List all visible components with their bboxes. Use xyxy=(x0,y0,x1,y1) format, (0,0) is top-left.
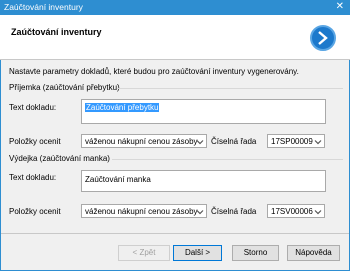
vydejka-text-value: Zaúčtování manka xyxy=(85,175,151,184)
chevron-down-icon xyxy=(314,210,322,215)
vydejka-series-select[interactable]: 17SV00006 xyxy=(267,204,325,218)
vydejka-items-label: Položky ocenit xyxy=(9,207,61,216)
cancel-button[interactable]: Storno xyxy=(232,245,279,261)
intro-text: Nastavte parametry dokladů, které budou … xyxy=(9,67,299,76)
page-title: Zaúčtování inventury xyxy=(11,27,102,37)
next-button[interactable]: Další > xyxy=(173,245,222,261)
prijemka-text-label: Text dokladu: xyxy=(9,103,57,112)
prijemka-series-label: Číselná řada xyxy=(211,137,257,146)
prijemka-items-label: Položky ocenit xyxy=(9,137,61,146)
close-icon[interactable]: ✕ xyxy=(336,1,344,13)
wizard-header: Zaúčtování inventury xyxy=(0,15,350,60)
vydejka-text-field[interactable]: Zaúčtování manka xyxy=(81,170,326,192)
back-button[interactable]: < Zpět xyxy=(118,245,170,261)
vydejka-text-label: Text dokladu: xyxy=(9,173,57,182)
arrow-right-circle-icon xyxy=(310,25,336,51)
vydejka-series-label: Číselná řada xyxy=(211,207,257,216)
prijemka-series-select[interactable]: 17SP00009 xyxy=(267,134,325,148)
vydejka-series-value: 17SV00006 xyxy=(271,207,313,216)
chevron-down-icon xyxy=(314,140,322,145)
chevron-down-icon xyxy=(196,210,204,215)
footer-divider xyxy=(1,233,349,234)
title-bar: Zaúčtování inventury ✕ xyxy=(0,0,350,15)
vydejka-items-select[interactable]: váženou nákupní cenou zásoby xyxy=(81,204,207,218)
divider xyxy=(112,159,343,160)
prijemka-text-value: Zaúčtování přebytku xyxy=(85,103,160,112)
divider xyxy=(117,88,343,89)
prijemka-items-value: váženou nákupní cenou zásoby xyxy=(85,137,198,146)
help-button[interactable]: Nápověda xyxy=(287,245,340,261)
prijemka-series-value: 17SP00009 xyxy=(271,137,313,146)
window-title: Zaúčtování inventury xyxy=(4,2,83,12)
chevron-down-icon xyxy=(196,140,204,145)
prijemka-section-label: Příjemka (zaúčtování přebytku) xyxy=(9,83,120,92)
vydejka-section-label: Výdejka (zaúčtování manka) xyxy=(9,154,110,163)
prijemka-text-field[interactable]: Zaúčtování přebytku xyxy=(81,99,326,124)
prijemka-items-select[interactable]: váženou nákupní cenou zásoby xyxy=(81,134,207,148)
vydejka-items-value: váženou nákupní cenou zásoby xyxy=(85,207,198,216)
